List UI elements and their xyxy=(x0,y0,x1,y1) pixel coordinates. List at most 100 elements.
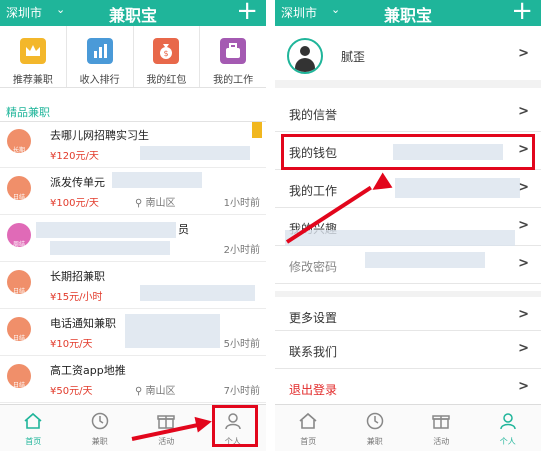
blurred-region xyxy=(112,172,202,188)
home-icon xyxy=(299,412,317,429)
add-icon[interactable]: + xyxy=(511,0,533,25)
blurred-region xyxy=(395,178,520,198)
feature-label: 我的红包 xyxy=(146,75,187,86)
crown-icon xyxy=(19,38,46,64)
job-pay: ¥100元/天 xyxy=(50,198,99,209)
chevron-right-icon: > xyxy=(518,379,529,394)
blurred-region xyxy=(393,144,503,160)
job-type-badge: 日结 xyxy=(7,317,31,342)
add-icon[interactable]: + xyxy=(236,0,258,25)
app-title: 兼职宝 xyxy=(383,6,432,25)
job-item[interactable]: 日结 长期招兼职 ¥15元/小时 xyxy=(0,263,266,309)
job-title: 高工资app地推 xyxy=(50,364,126,377)
tab-label: 首页 xyxy=(25,437,42,446)
feature-income-rank[interactable]: 收入排行 xyxy=(67,26,134,87)
tab-bar: 首页 兼职 活动 个人 xyxy=(0,404,266,451)
tab-jobs[interactable]: 兼职 xyxy=(342,405,409,451)
job-type-badge: 周结 xyxy=(7,223,31,248)
tab-label: 个人 xyxy=(224,437,241,446)
blurred-region xyxy=(365,252,485,268)
featured-flag-icon xyxy=(252,122,262,138)
job-title: 长期招兼职 xyxy=(50,270,105,283)
app-title: 兼职宝 xyxy=(108,6,157,25)
feature-red-packet[interactable]: $ 我的红包 xyxy=(134,26,201,87)
job-list-screen: 深圳市 ⌄ 兼职宝 + 推荐兼职 收入排行 $ 我的红包 我的工作 精品兼职 长… xyxy=(0,0,266,451)
job-time: 2小时前 xyxy=(223,245,260,256)
blurred-region xyxy=(140,146,250,160)
chevron-right-icon: > xyxy=(518,307,529,322)
menu-wallet[interactable]: 我的钱包 > xyxy=(275,132,541,170)
clock-icon xyxy=(366,412,383,430)
clock-icon xyxy=(91,412,108,430)
menu-credit[interactable]: 我的信誉 > xyxy=(275,94,541,132)
avatar xyxy=(287,38,323,74)
bar-chart-icon xyxy=(86,38,113,64)
menu-contact-us[interactable]: 联系我们 > xyxy=(275,331,541,369)
row-label: 我的工作 xyxy=(289,184,338,198)
tab-activity[interactable]: 活动 xyxy=(408,405,475,451)
job-item[interactable]: 日结 派发传单元 ¥100元/天 ⚲ 南山区 1小时前 xyxy=(0,169,266,215)
person-icon xyxy=(225,413,241,430)
tab-label: 活动 xyxy=(433,437,450,446)
job-title: 员 xyxy=(178,223,189,236)
person-icon xyxy=(500,413,516,430)
chevron-right-icon: > xyxy=(518,256,529,271)
app-header: 深圳市 ⌄ 兼职宝 + xyxy=(275,0,541,26)
chevron-right-icon: > xyxy=(518,341,529,356)
job-type-badge: 日结 xyxy=(7,364,31,389)
row-label: 我的信誉 xyxy=(289,108,338,122)
annotation-arrowhead xyxy=(194,413,214,433)
tab-label: 个人 xyxy=(499,437,516,446)
menu-interests[interactable]: 我的兴趣 > xyxy=(275,208,541,246)
tab-bar: 首页 兼职 活动 个人 xyxy=(275,404,541,451)
tab-label: 兼职 xyxy=(91,437,108,446)
row-label: 更多设置 xyxy=(289,311,338,325)
tab-jobs[interactable]: 兼职 xyxy=(67,405,134,451)
section-title: 精品兼职 xyxy=(6,106,50,119)
job-item[interactable]: 长期 去哪儿网招聘实习生 ¥120元/天 xyxy=(0,122,266,168)
menu-more-settings[interactable]: 更多设置 > xyxy=(275,291,541,331)
money-bag-icon: $ xyxy=(153,38,180,64)
home-icon xyxy=(24,412,42,429)
feature-label: 推荐兼职 xyxy=(12,75,53,86)
job-pay: ¥120元/天 xyxy=(50,151,99,162)
blurred-region xyxy=(50,241,170,255)
tab-label: 兼职 xyxy=(366,437,383,446)
tab-home[interactable]: 首页 xyxy=(0,405,67,451)
gift-icon xyxy=(432,415,450,429)
profile-screen: 深圳市 ⌄ 兼职宝 + 腻歪 > 我的信誉 > 我的钱包 > 我的工作 > 我的… xyxy=(275,0,541,451)
tab-label: 首页 xyxy=(300,437,317,446)
job-time: 7小时前 xyxy=(223,386,260,397)
feature-label: 收入排行 xyxy=(79,75,120,86)
job-location: ⚲ 南山区 xyxy=(135,386,176,397)
job-item[interactable]: 周结 员 2小时前 xyxy=(0,216,266,262)
job-type-badge: 日结 xyxy=(7,176,31,201)
job-location: ⚲ 南山区 xyxy=(135,198,176,209)
job-time: 1小时前 xyxy=(223,198,260,209)
chevron-right-icon: > xyxy=(518,104,529,119)
row-label: 退出登录 xyxy=(289,383,338,397)
feature-recommend[interactable]: 推荐兼职 xyxy=(0,26,67,87)
job-title: 派发传单元 xyxy=(50,176,105,189)
menu-logout[interactable]: 退出登录 > xyxy=(275,369,541,407)
username: 腻歪 xyxy=(341,50,366,64)
job-item[interactable]: 日结 高工资app地推 ¥50元/天 ⚲ 南山区 7小时前 xyxy=(0,357,266,403)
menu-change-password[interactable]: 修改密码 > xyxy=(275,246,541,284)
job-item[interactable]: 日结 电话通知兼职 ¥10元/天 5小时前 xyxy=(0,310,266,356)
feature-my-work[interactable]: 我的工作 xyxy=(200,26,266,87)
blurred-region xyxy=(140,285,255,301)
tab-home[interactable]: 首页 xyxy=(275,405,342,451)
job-title: 去哪儿网招聘实习生 xyxy=(50,129,149,142)
job-pay: ¥10元/天 xyxy=(50,339,93,350)
profile-header[interactable]: 腻歪 > xyxy=(275,26,541,88)
job-pay: ¥50元/天 xyxy=(50,386,93,397)
job-time: 5小时前 xyxy=(223,339,260,350)
feature-label: 我的工作 xyxy=(213,75,254,86)
app-header: 深圳市 ⌄ 兼职宝 + xyxy=(0,0,266,26)
chevron-right-icon: > xyxy=(518,46,529,61)
tab-profile[interactable]: 个人 xyxy=(475,405,541,451)
job-type-badge: 日结 xyxy=(7,270,31,295)
menu-my-work[interactable]: 我的工作 > xyxy=(275,170,541,208)
job-title: 电话通知兼职 xyxy=(50,317,116,330)
row-label: 修改密码 xyxy=(289,260,338,274)
